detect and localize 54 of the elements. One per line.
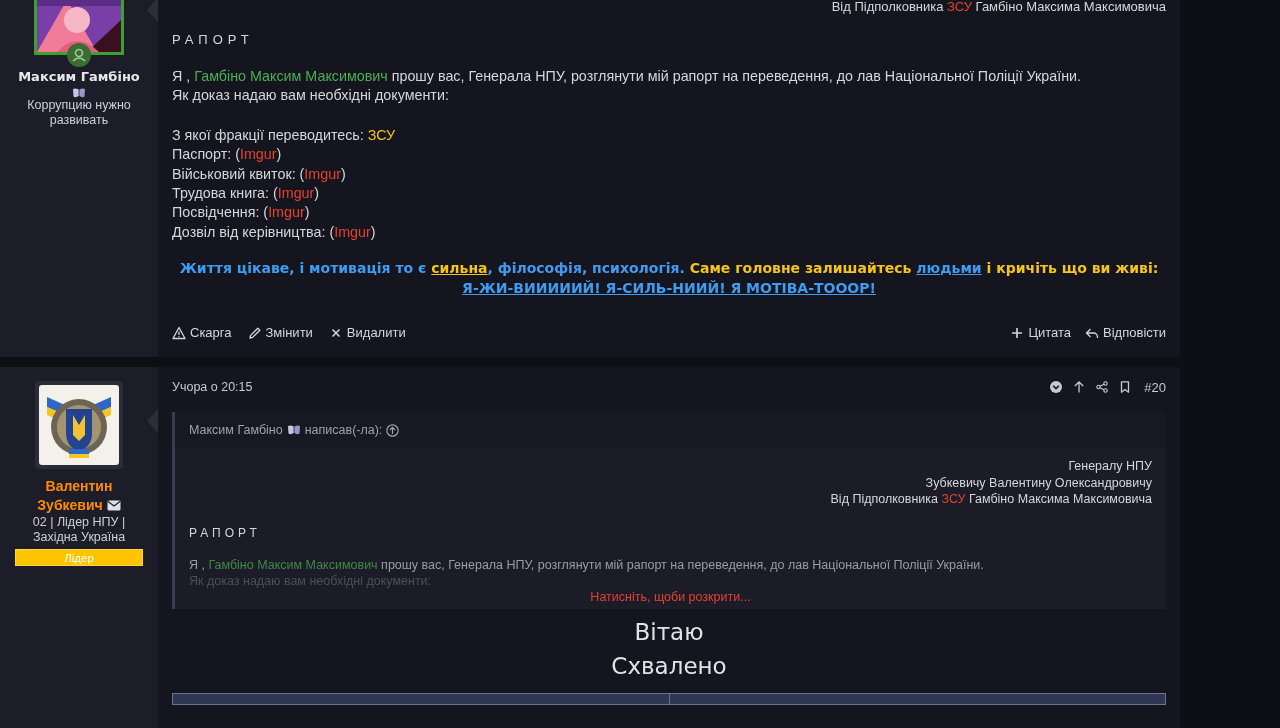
- plus-icon: [1010, 325, 1025, 340]
- text-line: З якої фракції переводитесь: ЗСУ: [172, 125, 397, 145]
- action-button[interactable]: Цитата: [1010, 325, 1072, 340]
- mask-icon: [286, 425, 301, 435]
- image-link[interactable]: Imgur: [334, 223, 371, 240]
- username[interactable]: Максим Гамбіно: [0, 67, 158, 86]
- user-title: Коррупцию нужно развивать: [26, 98, 132, 128]
- motivation-text: Життя цікаве, і мотивація то є сильна, філософія, психологія. Саме головне залишайтесь людьми і кричіть що ви живі:: [179, 259, 1159, 279]
- warning-icon: [172, 325, 186, 340]
- quote-author[interactable]: Максим Гамбіно: [189, 423, 283, 437]
- image-link[interactable]: Imgur: [304, 165, 341, 182]
- text-line: Трудова книга: (Imgur): [172, 184, 321, 204]
- arrow-up-circle-icon[interactable]: [386, 423, 400, 437]
- image-link[interactable]: Imgur: [277, 185, 315, 202]
- text-line: Зубкевичу Валентину Олександровичу: [925, 474, 1152, 491]
- share-icon[interactable]: [1096, 381, 1109, 393]
- user-link[interactable]: Гамбіно Максим Максимович: [194, 68, 388, 84]
- role-badge: Лідер: [15, 549, 143, 566]
- heading: РАПОРТ: [189, 525, 262, 540]
- post-number[interactable]: #20: [1144, 379, 1166, 395]
- text-line: Посвідчення: (Imgur): [172, 203, 311, 223]
- expand-link[interactable]: Натисніть, щоби розкрити...: [590, 589, 751, 604]
- arrow-up-icon[interactable]: [1073, 381, 1086, 393]
- envelope-icon[interactable]: [106, 500, 121, 511]
- motivation-text: Я-ЖИ-ВИИИИИЙ! Я-СИЛЬ-НИИЙ! Я МОТІВА-ТОООР!: [462, 279, 876, 299]
- image-link[interactable]: Imgur: [268, 204, 305, 221]
- heading: РАПОРТ: [172, 32, 255, 47]
- user-title: 02 | Лідер НПУ | Західна Україна: [31, 515, 127, 545]
- text-line: Дозвіл від керівництва: (Imgur): [172, 222, 377, 242]
- user-link[interactable]: Гамбіно Максим Максимович: [208, 557, 378, 572]
- action-button[interactable]: Скарга: [172, 325, 232, 340]
- message-text: Вітаю: [634, 617, 704, 647]
- action-button[interactable]: Змінити: [247, 325, 313, 340]
- pointer-triangle: [147, 0, 158, 22]
- action-button[interactable]: Видалити: [328, 325, 406, 340]
- username[interactable]: Валентин Зубкевич: [0, 477, 158, 515]
- text-line: Паспорт: (Imgur): [172, 145, 283, 165]
- pointer-triangle: [147, 409, 158, 433]
- text-line: Як доказ надаю вам необхідні документи:: [172, 86, 450, 106]
- text-line: Від Підполковника ЗСУ Гамбіно Максима Максимовича: [830, 491, 1152, 508]
- quote-says: написав(-ла):: [304, 423, 383, 437]
- text-line: Від Підполковника ЗСУ Гамбіно Максима Максимовича: [830, 0, 1166, 14]
- mask-icon: [72, 88, 86, 98]
- text-line: Генералу НПУ: [1068, 458, 1152, 475]
- pencil-icon: [247, 325, 262, 340]
- post-date[interactable]: Учора о 20:15: [172, 380, 253, 394]
- image-link[interactable]: Imgur: [239, 146, 277, 163]
- text-line: Я , Гамбіно Максим Максимович прошу вас, Генерала НПУ, розглянути мій рапорт на переведення, до лав Національної Поліції України.: [172, 67, 1083, 86]
- text-line: Я , Гамбіно Максим Максимович прошу вас, Генерала НПУ, розглянути мій рапорт на переведення, до лав Національної Поліції України.: [189, 556, 985, 573]
- action-button[interactable]: Відповісти: [1085, 325, 1166, 340]
- text-line: Військовий квиток: (Imgur): [172, 164, 347, 184]
- chevron-circle-icon[interactable]: [1050, 381, 1063, 393]
- bookmark-icon[interactable]: [1119, 381, 1132, 393]
- message-text: Схвалено: [611, 651, 727, 681]
